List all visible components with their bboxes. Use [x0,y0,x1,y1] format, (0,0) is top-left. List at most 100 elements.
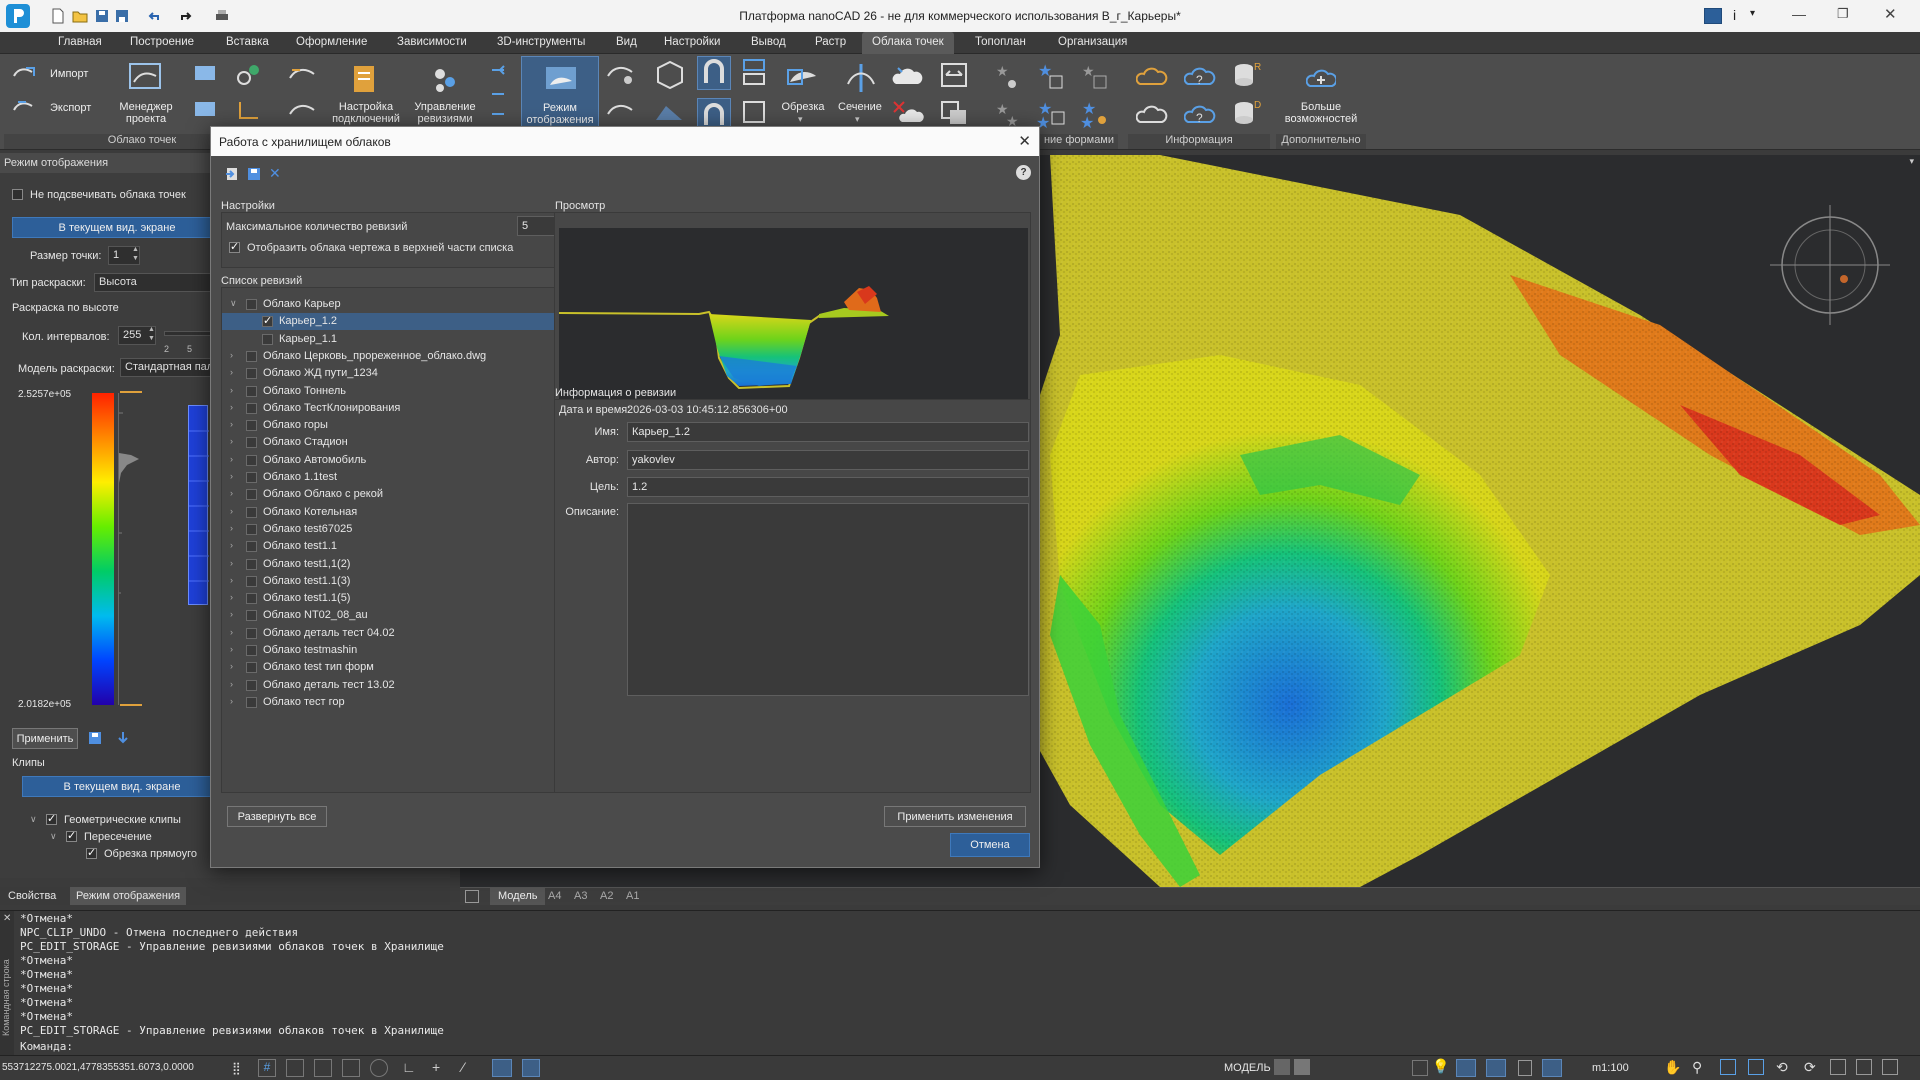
expand-arrow-icon[interactable]: › [230,523,233,533]
grid-snap-icon[interactable]: # [258,1059,276,1077]
tree-cloud-row[interactable]: › Облако 1.1test [222,469,602,486]
current-view-button[interactable]: В текущем вид. экране [12,217,222,238]
tree-checkbox[interactable] [246,558,257,570]
apply-button[interactable]: Применить [12,728,78,749]
tree-revision-row[interactable]: Карьер_1.2 [222,313,602,331]
revisions-icon[interactable] [430,64,460,94]
tree-checkbox[interactable] [246,610,257,622]
expand-arrow-icon[interactable]: › [230,558,233,568]
tree-cloud-row[interactable]: ∨ Облако Карьер [222,296,602,313]
tree-cloud-row[interactable]: › Облако горы [222,417,602,434]
tree-cloud-row[interactable]: › Облако test1.1(3) [222,573,602,590]
clips-current-view-button[interactable]: В текущем вид. экране [22,776,222,797]
cloud-help2-icon[interactable]: ? [1184,102,1216,130]
tab-properties[interactable]: Свойства [8,890,56,902]
tree-cloud-row[interactable]: › Облако testmashin [222,642,602,659]
db-r-icon[interactable]: R [1232,60,1264,90]
orbit-icon[interactable]: ⟲ [1776,1059,1788,1076]
transparency-icon[interactable] [522,1059,540,1077]
expand-arrow-icon[interactable]: › [230,385,233,395]
selection-icon[interactable] [492,1059,512,1077]
intersection-arrow-icon[interactable]: ∨ [50,831,57,842]
model-icon[interactable] [1274,1059,1290,1075]
layout-tab-a4[interactable]: A4 [548,890,561,902]
expand-arrow-icon[interactable]: › [230,540,233,550]
tree-cloud-row[interactable]: › Облако ЖД пути_1234 [222,365,602,382]
tree-checkbox[interactable] [246,489,257,501]
intervals-arrows-icon[interactable]: ▲ ▼ [148,325,155,343]
tab-view[interactable]: Вид [616,36,637,48]
more-features-icon[interactable] [1306,66,1336,90]
tree-checkbox[interactable] [246,627,257,639]
zoom-extents-icon[interactable] [1748,1059,1764,1075]
tree-checkbox[interactable] [262,314,273,328]
cursor-arrow-icon[interactable] [1486,1059,1506,1077]
db-d-icon[interactable]: D [1232,98,1264,128]
tree-checkbox[interactable] [246,350,257,362]
ortho-icon[interactable] [314,1059,332,1077]
tree-checkbox[interactable] [246,575,257,587]
expand-arrow-icon[interactable]: › [230,609,233,619]
rect-trim-checkbox[interactable] [86,846,97,859]
dialog-close-icon[interactable]: ✕ [1018,132,1031,150]
tree-cloud-row[interactable]: › Облако тест гор [222,694,602,711]
tree-cloud-row[interactable]: › Облако test67025 [222,521,602,538]
save-settings-icon[interactable] [88,731,102,745]
tree-checkbox[interactable] [262,333,273,345]
save-revision-icon[interactable] [247,167,261,181]
otrack-icon[interactable]: ∟ [402,1059,420,1077]
expand-arrow-icon[interactable]: › [230,644,233,654]
tree-revision-row[interactable]: Карьер_1.1 [222,331,602,348]
collapse-arrow-icon[interactable]: ∨ [230,298,237,309]
star-pin-icon[interactable]: ★ [994,62,1024,90]
layout-tab-model[interactable]: Модель [490,888,546,905]
tree-checkbox[interactable] [246,593,257,605]
scan-icon[interactable] [742,58,766,88]
tree-cloud-row[interactable]: › Облако NT02_08_au [222,607,602,624]
tree-checkbox[interactable] [246,541,257,553]
tree-checkbox[interactable] [246,679,257,691]
viewport-menu-icon[interactable]: ▾ [1909,156,1914,167]
tree-cloud-row[interactable]: › Облако Тоннель [222,383,602,400]
arrows-icon[interactable] [488,62,508,128]
trim-button[interactable]: Обрезка [775,101,831,113]
osnap-icon[interactable] [370,1059,388,1077]
command-close-icon[interactable]: ✕ [3,913,11,924]
revisions-line2[interactable]: ревизиями [410,113,480,125]
cloud-small-icon[interactable] [606,100,636,126]
bulb-icon[interactable]: 💡 [1432,1058,1449,1075]
minimize-icon[interactable]: — [1792,6,1806,22]
rotate-view-icon[interactable]: ⟳ [1804,1059,1816,1076]
tab-settings[interactable]: Настройки [664,36,720,48]
tab-3d-tools[interactable]: 3D-инструменты [497,36,585,48]
tree-cloud-row[interactable]: › Облако test тип форм [222,659,602,676]
intersection-checkbox[interactable] [66,829,77,842]
scale-readout[interactable]: m1:100 [1592,1062,1629,1074]
section-button[interactable]: Сечение [832,101,888,113]
export-button[interactable]: Экспорт [50,102,91,114]
copy-cloud-icon[interactable] [940,100,968,126]
star-box-icon[interactable]: ★ [1080,62,1110,90]
connection-settings-line1[interactable]: Настройка [330,101,402,113]
grid-icon[interactable] [654,100,684,126]
tree-checkbox[interactable] [246,299,257,310]
polar-icon[interactable] [342,1059,360,1077]
expand-arrow-icon[interactable]: › [230,350,233,360]
star-bulb-icon[interactable]: ★ ★ [1080,100,1110,128]
layout-tab-a2[interactable]: A2 [600,890,613,902]
tree-checkbox[interactable] [246,662,257,674]
tab-design[interactable]: Оформление [296,36,367,48]
expand-arrow-icon[interactable]: › [230,679,233,689]
tab-topoplan[interactable]: Топоплан [975,36,1026,48]
cloud-stats-icon[interactable] [1136,64,1168,88]
layout-icon[interactable] [1704,8,1722,24]
display-mode-button[interactable]: Режим отображения [521,56,599,130]
lineweight-icon[interactable]: ⁄ [462,1059,480,1077]
magnet-icon[interactable] [697,56,731,90]
dyn-icon[interactable]: + [432,1059,450,1077]
connection-settings-icon[interactable] [350,64,378,94]
geo-clips-arrow-icon[interactable]: ∨ [30,814,37,825]
tree-cloud-row[interactable]: › Облако test1,1(2) [222,556,602,573]
color-model-select[interactable]: Стандартная пал [120,358,224,377]
more-features-line1[interactable]: Больше [1278,101,1364,113]
